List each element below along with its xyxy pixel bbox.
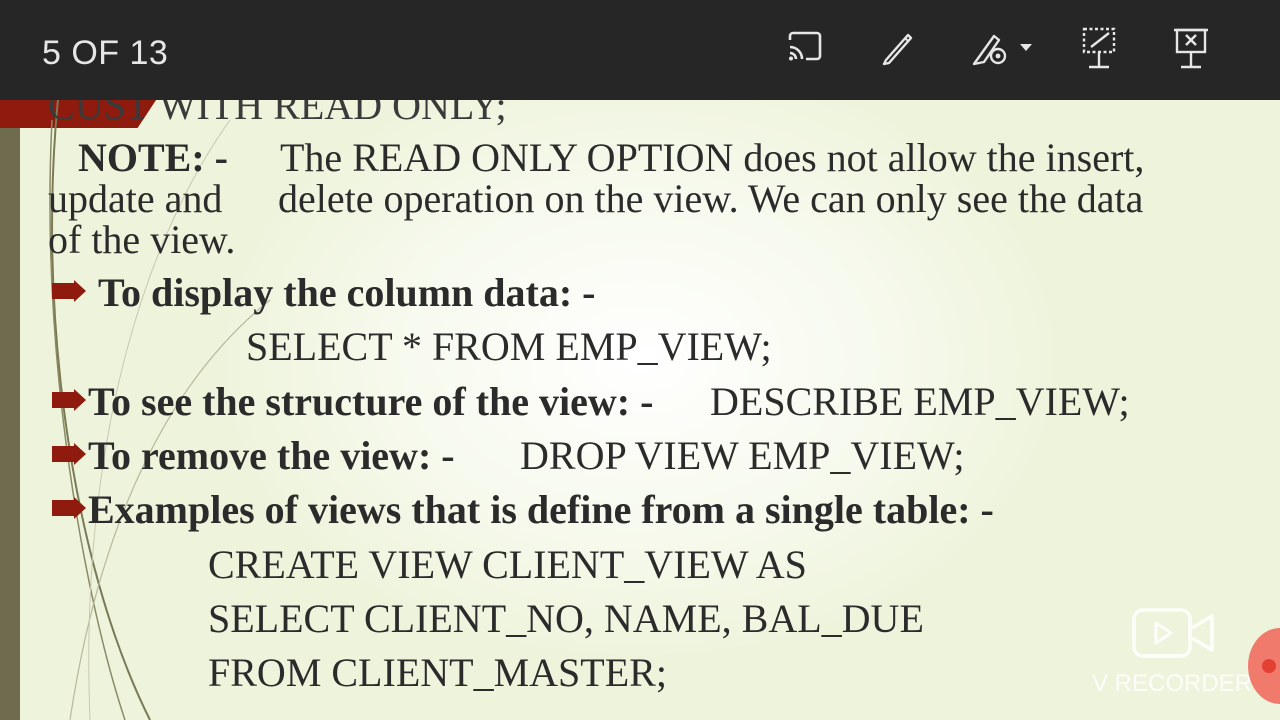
- item-examples-label: Examples of views that is define from a …: [88, 487, 994, 532]
- watermark-label: V RECORDER: [1092, 670, 1253, 697]
- note-label: NOTE: -: [78, 135, 228, 180]
- video-camera-icon: [1132, 608, 1214, 658]
- cast-icon: [788, 31, 822, 61]
- laser-pointer-button[interactable]: [968, 22, 1038, 72]
- code-line: CREATE VIEW CLIENT_VIEW AS: [208, 542, 807, 587]
- item-structure-label: To see the structure of the view: -: [88, 379, 654, 424]
- page-counter: 5 OF 13: [42, 34, 169, 72]
- note-line-2b: delete operation on the view. We can onl…: [278, 176, 1144, 221]
- note-line-3: of the view.: [48, 217, 236, 262]
- note-line-1: The READ ONLY OPTION does not allow the …: [280, 135, 1145, 180]
- laser-pointer-icon: [972, 34, 1032, 66]
- cast-button[interactable]: [781, 22, 831, 72]
- code-line: SELECT CLIENT_NO, NAME, BAL_DUE: [208, 596, 924, 641]
- item-display-code: SELECT * FROM EMP_VIEW;: [246, 324, 772, 369]
- item-remove-label: To remove the view: -: [88, 433, 455, 478]
- pen-icon: [882, 33, 913, 66]
- note-line-2a: update and: [48, 176, 223, 221]
- resize-slide-button[interactable]: [1074, 22, 1124, 72]
- item-remove-code: DROP VIEW EMP_VIEW;: [520, 433, 965, 478]
- close-presentation-button[interactable]: [1166, 22, 1216, 72]
- pen-button[interactable]: [873, 22, 923, 72]
- resize-slide-icon: [1082, 27, 1116, 69]
- record-dot-icon: [1262, 659, 1276, 673]
- recorder-watermark: V RECORDER: [1088, 604, 1268, 704]
- presentation-toolbar: 5 OF 13: [0, 0, 1280, 100]
- item-structure-code: DESCRIBE EMP_VIEW;: [710, 379, 1130, 424]
- close-presentation-icon: [1174, 28, 1208, 69]
- item-display-label: To display the column data: -: [98, 270, 596, 315]
- code-line: FROM CLIENT_MASTER;: [208, 650, 667, 695]
